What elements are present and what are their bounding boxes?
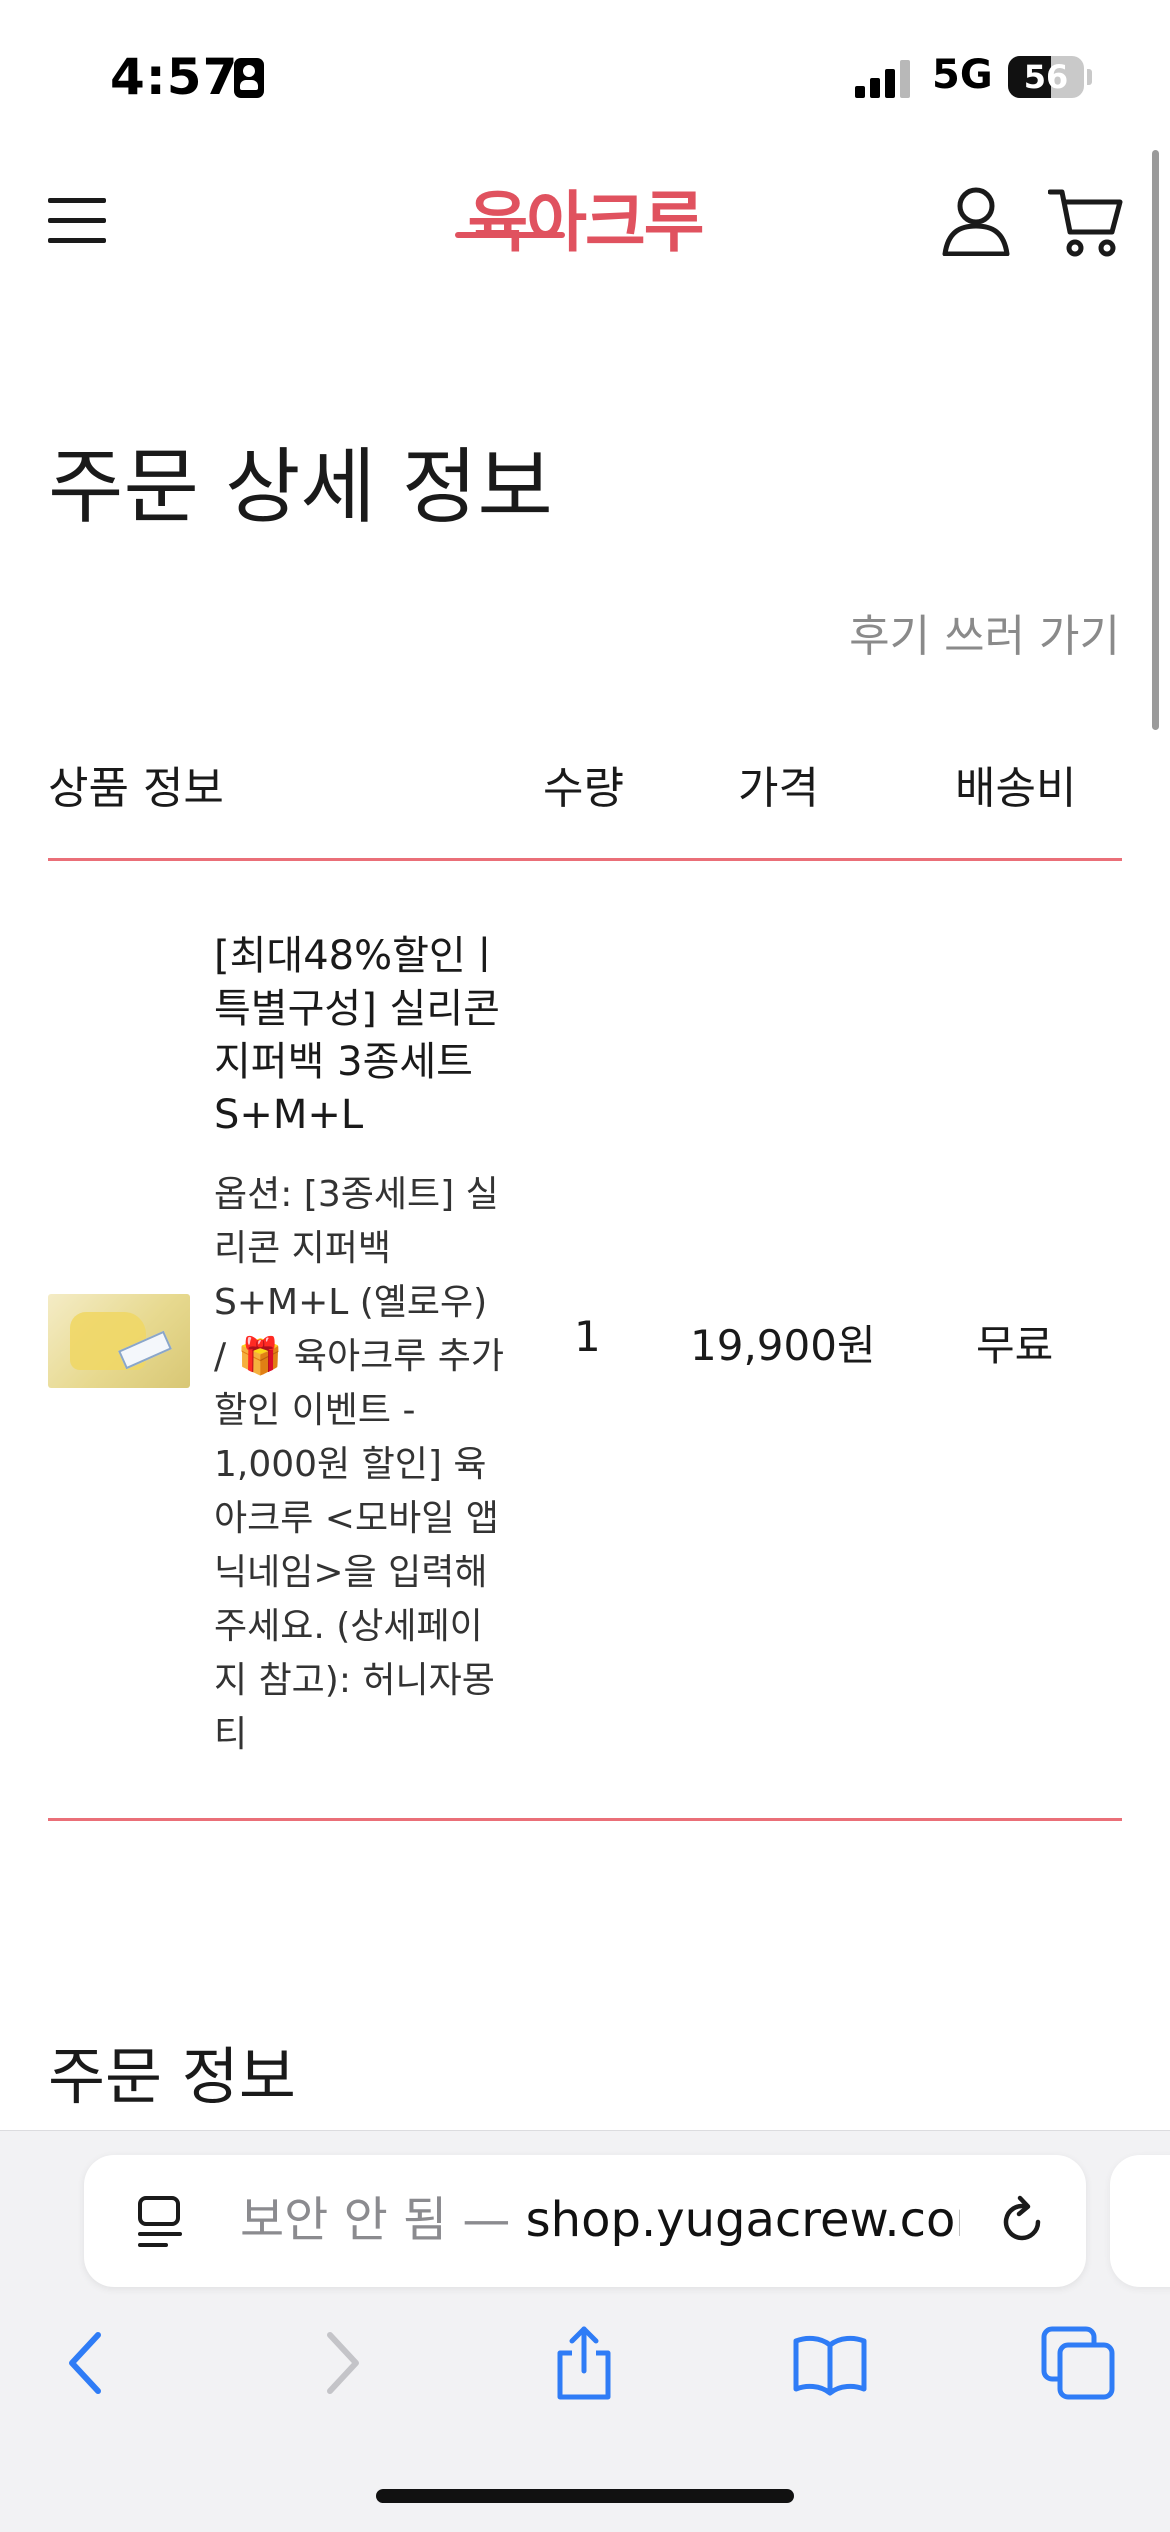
next-tab-preview[interactable] xyxy=(1110,2155,1170,2287)
product-qty: 1 xyxy=(574,1312,601,1361)
share-icon[interactable] xyxy=(546,2325,622,2401)
reader-mode-icon[interactable] xyxy=(136,2194,184,2250)
write-review-link[interactable]: 후기 쓰러 가기 xyxy=(849,600,1120,664)
product-price: 19,900원 xyxy=(690,1321,876,1370)
product-thumbnail[interactable] xyxy=(48,1294,190,1388)
order-info-title: 주문 정보 xyxy=(48,2040,296,2113)
network-label: 5G xyxy=(932,52,993,98)
scrollbar[interactable] xyxy=(1152,150,1159,730)
product-shipping: 무료 xyxy=(976,1321,1054,1370)
page-title: 주문 상세 정보 xyxy=(48,440,553,535)
battery-icon: 56 xyxy=(1008,56,1084,98)
signal-icon xyxy=(855,60,915,98)
battery-percent: 56 xyxy=(1023,58,1069,96)
column-header-qty: 수량 xyxy=(543,763,624,814)
hamburger-menu-icon[interactable] xyxy=(48,198,106,244)
forward-icon[interactable] xyxy=(302,2325,378,2401)
table-divider-top xyxy=(48,858,1122,861)
column-header-shipping: 배송비 xyxy=(955,763,1077,814)
reload-icon[interactable] xyxy=(994,2194,1050,2250)
status-time: 4:57 xyxy=(110,48,239,106)
table-divider-bottom xyxy=(48,1818,1122,1821)
contact-badge-icon xyxy=(234,58,264,98)
url-text[interactable]: 보안 안 됨 — shop.yugacrew.com xyxy=(240,2188,960,2252)
tabs-icon[interactable] xyxy=(1040,2325,1116,2401)
home-indicator[interactable] xyxy=(376,2489,794,2503)
back-icon[interactable] xyxy=(50,2325,126,2401)
page: 4:57 5G 56 육아크루 주문 상세 정보 후기 쓰러 가기 상품 정보 … xyxy=(0,0,1170,2532)
url-domain: shop.yugacrew.com xyxy=(525,2192,960,2248)
product-option: 옵션: [3종세트] 실리콘 지퍼백 S+M+L (옐로우) / 🎁 육아크루 … xyxy=(214,1174,505,1755)
user-icon[interactable] xyxy=(940,186,1012,256)
battery-tip xyxy=(1087,69,1092,85)
cart-icon[interactable] xyxy=(1048,186,1124,258)
bookmarks-icon[interactable] xyxy=(792,2325,868,2401)
logo[interactable]: 육아크루 xyxy=(455,178,715,268)
url-security-label: 보안 안 됨 — xyxy=(240,2192,526,2248)
column-header-price: 가격 xyxy=(738,763,819,814)
logo-accent xyxy=(455,232,565,238)
product-name[interactable]: [최대48%할인ㅣ특별구성] 실리콘 지퍼백 3종세트 S+M+L xyxy=(214,930,504,1142)
column-header-product: 상품 정보 xyxy=(48,763,224,814)
